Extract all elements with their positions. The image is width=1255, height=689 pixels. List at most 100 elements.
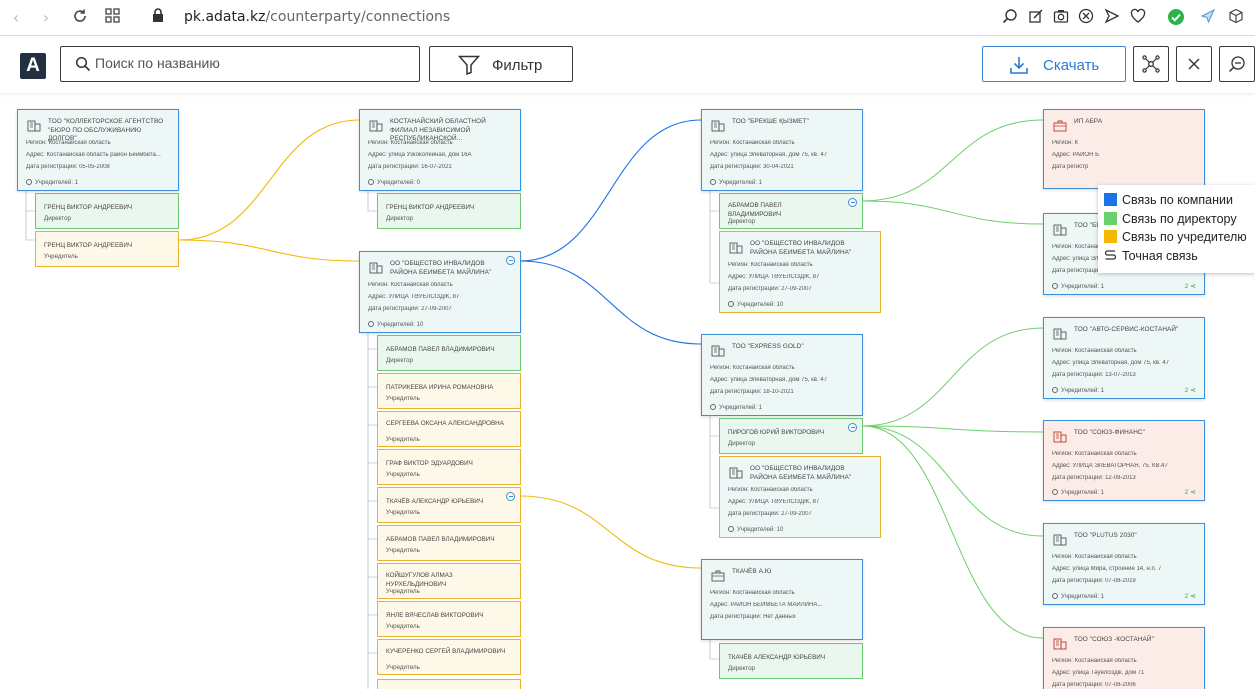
company-reg-date: Дата регистрации: 27-09-2007 [368, 306, 452, 312]
connections-count[interactable]: 2 ⋖ [1185, 386, 1196, 394]
collapse-icon[interactable] [506, 256, 515, 265]
connections-count[interactable]: 2 ⋖ [1185, 488, 1196, 496]
person-card[interactable]: СЕРГЕЕВА ОКСАНА АЛЕКСАНДРОВНА Учредитель [377, 411, 521, 447]
connections-graph[interactable]: ТОО "КОЛЛЕКТОРСКОЕ АГЕНТСТВО "БЮРО ПО ОБ… [0, 93, 1255, 689]
company-card[interactable]: ОО "ОБЩЕСТВО ИНВАЛИДОВ РАЙОНА БЕИМБЕТА М… [719, 456, 881, 538]
zoom-out-button[interactable] [1219, 46, 1255, 82]
company-address: Адрес: УЛИЦА ТӘУЕЛСІЗДІК, 87 [368, 294, 460, 300]
reload-icon[interactable] [70, 8, 90, 28]
founders-count: Учредителей: 0 [368, 179, 420, 186]
company-card[interactable]: ИП АБРА Регион: К Адрес: РАЙОН Б Дата ре… [1043, 109, 1205, 189]
person-card[interactable]: ЯНЛЕ ВЯЧЕСЛАВ ВИКТОРОВИЧ Учредитель [377, 601, 521, 637]
person-card[interactable]: ТКАЧЁВ АЛЕКСАНДР ЮРЬЕВИЧ Учредитель [377, 487, 521, 523]
close-button[interactable] [1176, 46, 1212, 82]
company-address: Адрес: УЛИЦА ТӘУЕЛСІЗДІК, 87 [728, 499, 820, 505]
company-name: ТОО "СОЮЗ -КОСТАНАЙ" [1074, 636, 1154, 643]
company-card[interactable]: ТОО "СОЮЗ-ФИНАНС" Регион: Костанайская о… [1043, 420, 1205, 501]
person-card[interactable]: АБРАМОВ ПАВЕЛ ВЛАДИМИРОВИЧ Директор [719, 193, 863, 229]
camera-icon[interactable] [1051, 8, 1071, 28]
legend-company-swatch [1104, 193, 1117, 206]
cube-extension-icon[interactable] [1226, 8, 1246, 28]
company-region: Регион: Костанайская область [710, 140, 795, 146]
founders-count-label: Учредителей: 1 [719, 405, 763, 411]
legend-exact: Точная связь [1104, 249, 1198, 263]
founders-count: Учредителей: 10 [728, 301, 783, 308]
company-card[interactable]: ТОО "БРЕКШЕ ҚЫЗМЕТ" Регион: Костанайская… [701, 109, 863, 191]
company-card[interactable]: ТОО "СОЮЗ -КОСТАНАЙ" Регион: Костанайска… [1043, 627, 1205, 689]
briefcase-icon [1053, 120, 1067, 132]
legend-founder-label: Связь по учредителю [1122, 230, 1247, 244]
company-name: ОО "ОБЩЕСТВО ИНВАЛИДОВ РАЙОНА БЕИМБЕТА М… [390, 260, 492, 276]
connections-count[interactable]: 2 ⋖ [1185, 282, 1196, 290]
plane-extension-icon[interactable] [1198, 8, 1218, 28]
app-toolbar: A Фильтр Скачать [0, 37, 1255, 93]
person-card[interactable]: КОЙШУГУЛОВ АЛМАЗ НУРХЕЛЬДИНОВИЧ Учредите… [377, 563, 521, 599]
person-name: ЯНЛЕ ВЯЧЕСЛАВ ВИКТОРОВИЧ [386, 612, 484, 619]
tree-connector-2 [367, 191, 377, 212]
adata-logo[interactable]: A [20, 53, 46, 79]
zoom-icon[interactable] [1000, 8, 1020, 28]
person-card[interactable]: ГРЕНЦ ВИКТОР АНДРЕЕВИЧ Учредитель [35, 231, 179, 267]
company-card[interactable]: ТОО "КОЛЛЕКТОРСКОЕ АГЕНТСТВО "БЮРО ПО ОБ… [17, 109, 179, 191]
company-region: Регион: Костанайская область [1052, 451, 1137, 457]
person-card[interactable]: АБРАМОВ ПАВЕЛ ВЛАДИМИРОВИЧ Учредитель [377, 525, 521, 561]
company-address: Адрес: Костанайская область район Беимбе… [26, 152, 161, 158]
tree-connector-4 [709, 191, 719, 284]
connections-count-value: 2 [1184, 594, 1189, 600]
building-icon [729, 467, 743, 479]
person-card[interactable]: КУЧЕРЕНКО СЕРГЕЙ ВЛАДИМИРОВИЧ Учредитель [377, 639, 521, 675]
block-icon[interactable] [1076, 8, 1096, 28]
connections-count[interactable]: 2 ⋖ [1185, 592, 1196, 600]
filter-icon [458, 55, 480, 75]
person-card[interactable]: ПИРОГОВ ЮРИЙ ВИКТОРОВИЧ Директор [719, 418, 863, 454]
person-card[interactable]: ГРЕНЦ ВИКТОР АНДРЕЕВИЧ Директор [377, 193, 521, 229]
company-card[interactable]: ОО "ОБЩЕСТВО ИНВАЛИДОВ РАЙОНА БЕИМБЕТА М… [359, 251, 521, 333]
person-card-partial[interactable] [377, 679, 521, 689]
filter-button[interactable]: Фильтр [429, 46, 573, 82]
collapse-icon[interactable] [848, 423, 857, 432]
company-name: ОО "ОБЩЕСТВО ИНВАЛИДОВ РАЙОНА БЕИМБЕТА М… [750, 465, 852, 481]
company-card[interactable]: ТКАЧЁВ А.Ю Регион: Костанайская область … [701, 559, 863, 640]
person-card[interactable]: ПАТРИКЕЕВА ИРИНА РОМАНОВНА Учредитель [377, 373, 521, 409]
company-reg-date: Дата регистр [1052, 164, 1089, 170]
back-icon[interactable]: ‹ [6, 8, 26, 28]
legend-director-swatch [1104, 212, 1117, 225]
address-bar[interactable]: pk.adata.kz/counterparty/connections [184, 9, 450, 25]
founders-count: Учредителей: 1 [710, 179, 762, 186]
company-card[interactable]: ТОО "АВТО-СЕРВИС-КОСТАНАЙ" Регион: Коста… [1043, 317, 1205, 399]
company-card[interactable]: ОО "ОБЩЕСТВО ИНВАЛИДОВ РАЙОНА БЕИМБЕТА М… [719, 231, 881, 313]
send-icon[interactable] [1102, 8, 1122, 28]
person-name: АБРАМОВ ПАВЕЛ ВЛАДИМИРОВИЧ [386, 346, 495, 353]
person-role: Учредитель [386, 623, 420, 630]
tabs-grid-icon[interactable] [102, 8, 122, 28]
download-button-label: Скачать [1043, 57, 1100, 74]
company-address: Адрес: улица Тәуелсіздік, дом 71 [1052, 670, 1145, 676]
search-input[interactable] [95, 55, 395, 71]
person-role: Учредитель [386, 588, 420, 595]
download-button[interactable]: Скачать [982, 46, 1126, 82]
collapse-icon[interactable] [848, 198, 857, 207]
edit-icon[interactable] [1026, 8, 1046, 28]
heart-icon[interactable] [1128, 8, 1148, 28]
person-card[interactable]: ГРАФ ВИКТОР ЭДУАРДОВИЧ Учредитель [377, 449, 521, 485]
company-name: ОО "ОБЩЕСТВО ИНВАЛИДОВ РАЙОНА БЕИМБЕТА М… [750, 240, 852, 256]
founders-count: Учредителей: 1 [1052, 387, 1104, 394]
search-box[interactable] [60, 46, 420, 82]
person-card[interactable]: ГРЕНЦ ВИКТОР АНДРЕЕВИЧ Директор [35, 193, 179, 229]
check-extension-icon[interactable] [1166, 8, 1186, 28]
forward-icon[interactable]: › [36, 8, 56, 28]
founder-link-1 [178, 119, 361, 241]
company-region: Регион: Костанайская область [728, 487, 813, 493]
person-card[interactable]: ТКАЧЁВ АЛЕКСАНДР ЮРЬЕВИЧ Директор [719, 643, 863, 679]
graph-layout-button[interactable] [1133, 46, 1169, 82]
company-card[interactable]: ТОО "PLUTUS 2030" Регион: Костанайская о… [1043, 523, 1205, 605]
company-card[interactable]: ТОО "EXPRESS GOLD" Регион: Костанайская … [701, 334, 863, 416]
connections-count-value: 2 [1184, 284, 1189, 290]
company-card[interactable]: КОСТАНАЙСКИЙ ОБЛАСТНОЙ ФИЛИАЛ НЕЗАВИСИМО… [359, 109, 521, 191]
company-reg-date: Дата регистрации: Нет данных [710, 614, 796, 620]
person-card[interactable]: АБРАМОВ ПАВЕЛ ВЛАДИМИРОВИЧ Директор [377, 335, 521, 371]
share-icon: ⋖ [1190, 387, 1196, 394]
legend-director: Связь по директору [1104, 212, 1237, 226]
company-region: Регион: Костанайская область [710, 365, 795, 371]
collapse-icon[interactable] [506, 492, 515, 501]
